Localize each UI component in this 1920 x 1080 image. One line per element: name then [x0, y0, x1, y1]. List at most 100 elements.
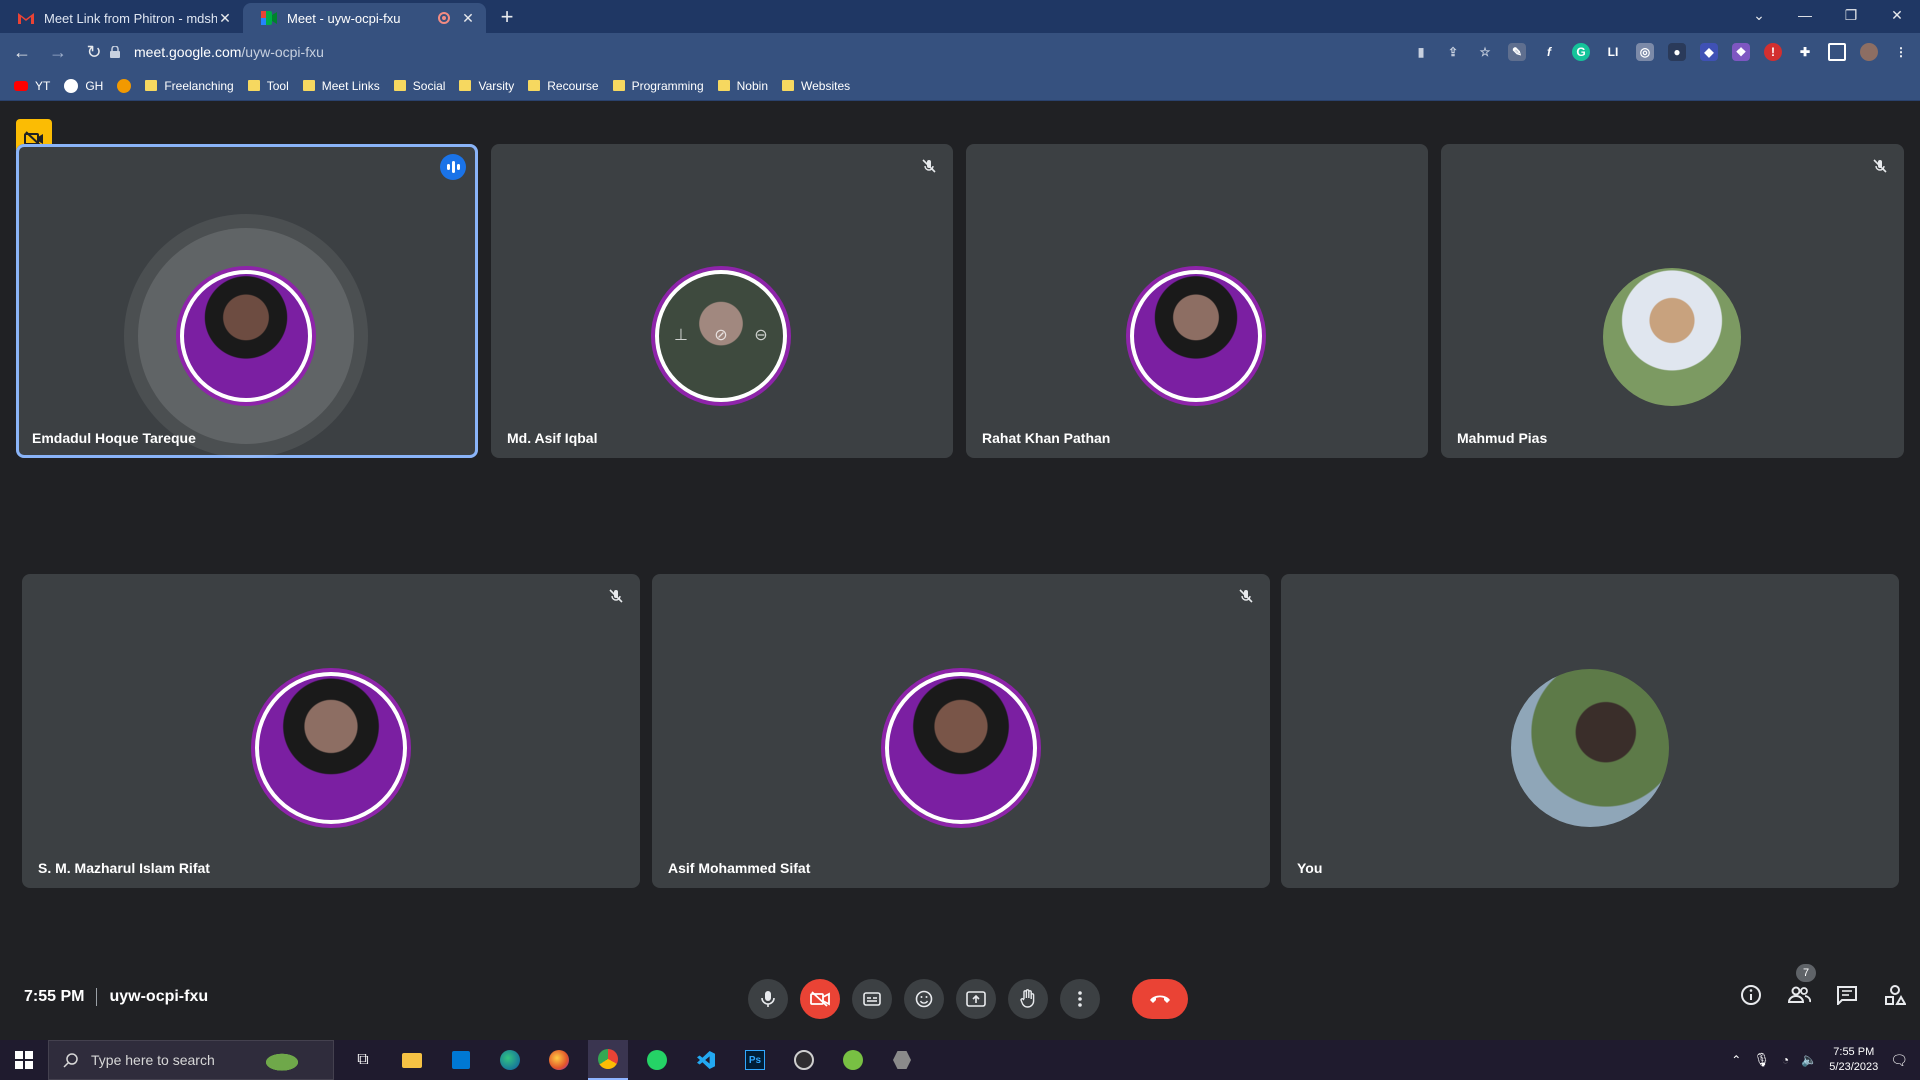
reactions-button[interactable] [904, 979, 944, 1019]
tab-search-icon[interactable]: ⌄ [1736, 0, 1782, 30]
extension-camera-icon[interactable]: ◎ [1636, 43, 1654, 61]
extensions-puzzle-icon[interactable]: ✚ [1796, 43, 1814, 61]
turtle-search-highlight-icon [256, 1049, 307, 1071]
vscode-icon[interactable] [686, 1040, 726, 1080]
participant-tile[interactable]: ⊥ ⊘ ⊖ Md. Asif Iqbal [491, 144, 953, 458]
extension-formula-icon[interactable]: f [1540, 43, 1558, 61]
extension-purple-icon[interactable]: ❖ [1732, 43, 1750, 61]
obs-icon[interactable] [784, 1040, 824, 1080]
avatar [1511, 669, 1669, 827]
activities-button[interactable] [1882, 982, 1908, 1008]
share-icon[interactable]: ⇪ [1444, 43, 1462, 61]
meeting-details-button[interactable] [1738, 982, 1764, 1008]
chat-button[interactable] [1834, 982, 1860, 1008]
participant-tile[interactable]: S. M. Mazharul Islam Rifat [22, 574, 640, 888]
folder-icon [612, 80, 625, 91]
avatar [255, 672, 407, 824]
whatsapp-icon[interactable] [637, 1040, 677, 1080]
participant-tile[interactable]: Emdadul Hoque Tareque [16, 144, 478, 458]
participant-name: Asif Mohammed Sifat [668, 860, 811, 876]
notification-icon[interactable]: 🗨 [1890, 1052, 1908, 1069]
participant-name: Rahat Khan Pathan [982, 430, 1111, 446]
taskbar-clock[interactable]: 7:55 PM 5/23/2023 [1829, 1045, 1878, 1075]
gmail-icon [18, 10, 34, 26]
leave-call-button[interactable] [1132, 979, 1188, 1019]
bookmark-gh[interactable]: GH [64, 78, 103, 93]
more-options-button[interactable] [1060, 979, 1100, 1019]
search-placeholder: Type here to search [91, 1052, 215, 1068]
avatar [1603, 268, 1741, 406]
participant-tile[interactable]: Mahmud Pias [1441, 144, 1904, 458]
minimize-button[interactable]: — [1782, 0, 1828, 30]
camera-icon[interactable]: ▮ [1412, 43, 1430, 61]
bookmark-folder-tool[interactable]: Tool [247, 78, 289, 93]
close-icon[interactable]: ✕ [460, 10, 476, 26]
participant-tile[interactable]: You [1281, 574, 1899, 888]
chrome-icon[interactable] [588, 1040, 628, 1080]
bookmark-label: Tool [266, 78, 289, 93]
bookmark-gear[interactable] [117, 78, 132, 93]
close-icon[interactable]: ✕ [217, 10, 233, 26]
reload-icon[interactable]: ↻ [80, 38, 108, 66]
tab-gmail[interactable]: Meet Link from Phitron - mdshah ✕ [0, 3, 243, 33]
call-controls [748, 979, 1188, 1019]
photoshop-icon[interactable]: Ps [735, 1040, 775, 1080]
start-button[interactable] [0, 1040, 48, 1080]
profile-avatar[interactable] [1860, 43, 1878, 61]
task-view-icon[interactable]: ⧉ [343, 1040, 383, 1080]
address-bar[interactable]: meet.google.com/uyw-ocpi-fxu [110, 37, 1500, 67]
bookmark-folder-freelanching[interactable]: Freelanching [145, 78, 234, 93]
star-icon[interactable]: ☆ [1476, 43, 1494, 61]
side-panel-icon[interactable] [1828, 43, 1846, 61]
microphone-tray-icon[interactable]: 🎙 [1753, 1052, 1770, 1068]
edge-icon[interactable] [490, 1040, 530, 1080]
file-explorer-icon[interactable] [392, 1040, 432, 1080]
menu-icon[interactable]: ⋮ [1892, 43, 1910, 61]
microphone-button[interactable] [748, 979, 788, 1019]
mute-participant-icon[interactable]: ⊘ [710, 325, 732, 347]
bookmark-label: Meet Links [321, 78, 380, 93]
tab-meet[interactable]: Meet - uyw-ocpi-fxu ✕ [243, 3, 486, 33]
utorrent-icon[interactable] [833, 1040, 873, 1080]
bookmark-yt[interactable]: YT [14, 79, 50, 93]
participant-tile[interactable]: Asif Mohammed Sifat [652, 574, 1270, 888]
forward-icon[interactable]: → [44, 38, 72, 66]
bookmark-folder-programming[interactable]: Programming [612, 79, 704, 93]
extension-dark-icon[interactable]: ● [1668, 43, 1686, 61]
bookmark-folder-nobin[interactable]: Nobin [717, 79, 768, 93]
firefox-icon[interactable] [539, 1040, 579, 1080]
wifi-icon[interactable]: ◔ [1782, 1053, 1789, 1067]
volume-icon[interactable]: 🔈 [1801, 1052, 1817, 1068]
taskbar-search[interactable]: Type here to search [48, 1040, 334, 1080]
back-icon[interactable]: ← [8, 38, 36, 66]
bookmark-folder-websites[interactable]: Websites [782, 79, 850, 93]
meet-stage: Emdadul Hoque Tareque ⊥ ⊘ ⊖ Md. Asif Iqb… [0, 102, 1920, 1042]
bookmark-folder-social[interactable]: Social [393, 78, 446, 93]
bookmark-label: Freelanching [164, 78, 234, 93]
github-icon [64, 78, 79, 93]
extension-pen-icon[interactable]: ✎ [1508, 43, 1526, 61]
close-window-button[interactable]: ✕ [1874, 0, 1920, 30]
extension-linkedin-icon[interactable]: LI [1604, 43, 1622, 61]
raise-hand-button[interactable] [1008, 979, 1048, 1019]
remove-icon[interactable]: ⊖ [750, 325, 772, 347]
people-button[interactable]: 7 [1786, 964, 1816, 1008]
app-hexagon-icon[interactable] [882, 1040, 922, 1080]
restore-button[interactable]: ❐ [1828, 0, 1874, 30]
store-icon[interactable] [441, 1040, 481, 1080]
bookmark-label: Social [412, 78, 446, 93]
participant-tile[interactable]: Rahat Khan Pathan [966, 144, 1428, 458]
new-tab-button[interactable]: + [492, 3, 522, 33]
pin-icon[interactable]: ⊥ [670, 325, 692, 347]
camera-button[interactable] [800, 979, 840, 1019]
bookmark-folder-meet-links[interactable]: Meet Links [302, 78, 380, 93]
bookmark-folder-recourse[interactable]: Recourse [528, 79, 599, 93]
extension-shield-icon[interactable]: ◆ [1700, 43, 1718, 61]
present-screen-button[interactable] [956, 979, 996, 1019]
extension-grammarly-icon[interactable]: G [1572, 43, 1590, 61]
captions-button[interactable] [852, 979, 892, 1019]
camera-off-icon [810, 991, 830, 1007]
extension-red-icon[interactable]: ! [1764, 43, 1782, 61]
chevron-up-icon[interactable]: ⌃ [1731, 1053, 1741, 1067]
bookmark-folder-varsity[interactable]: Varsity [459, 79, 514, 93]
